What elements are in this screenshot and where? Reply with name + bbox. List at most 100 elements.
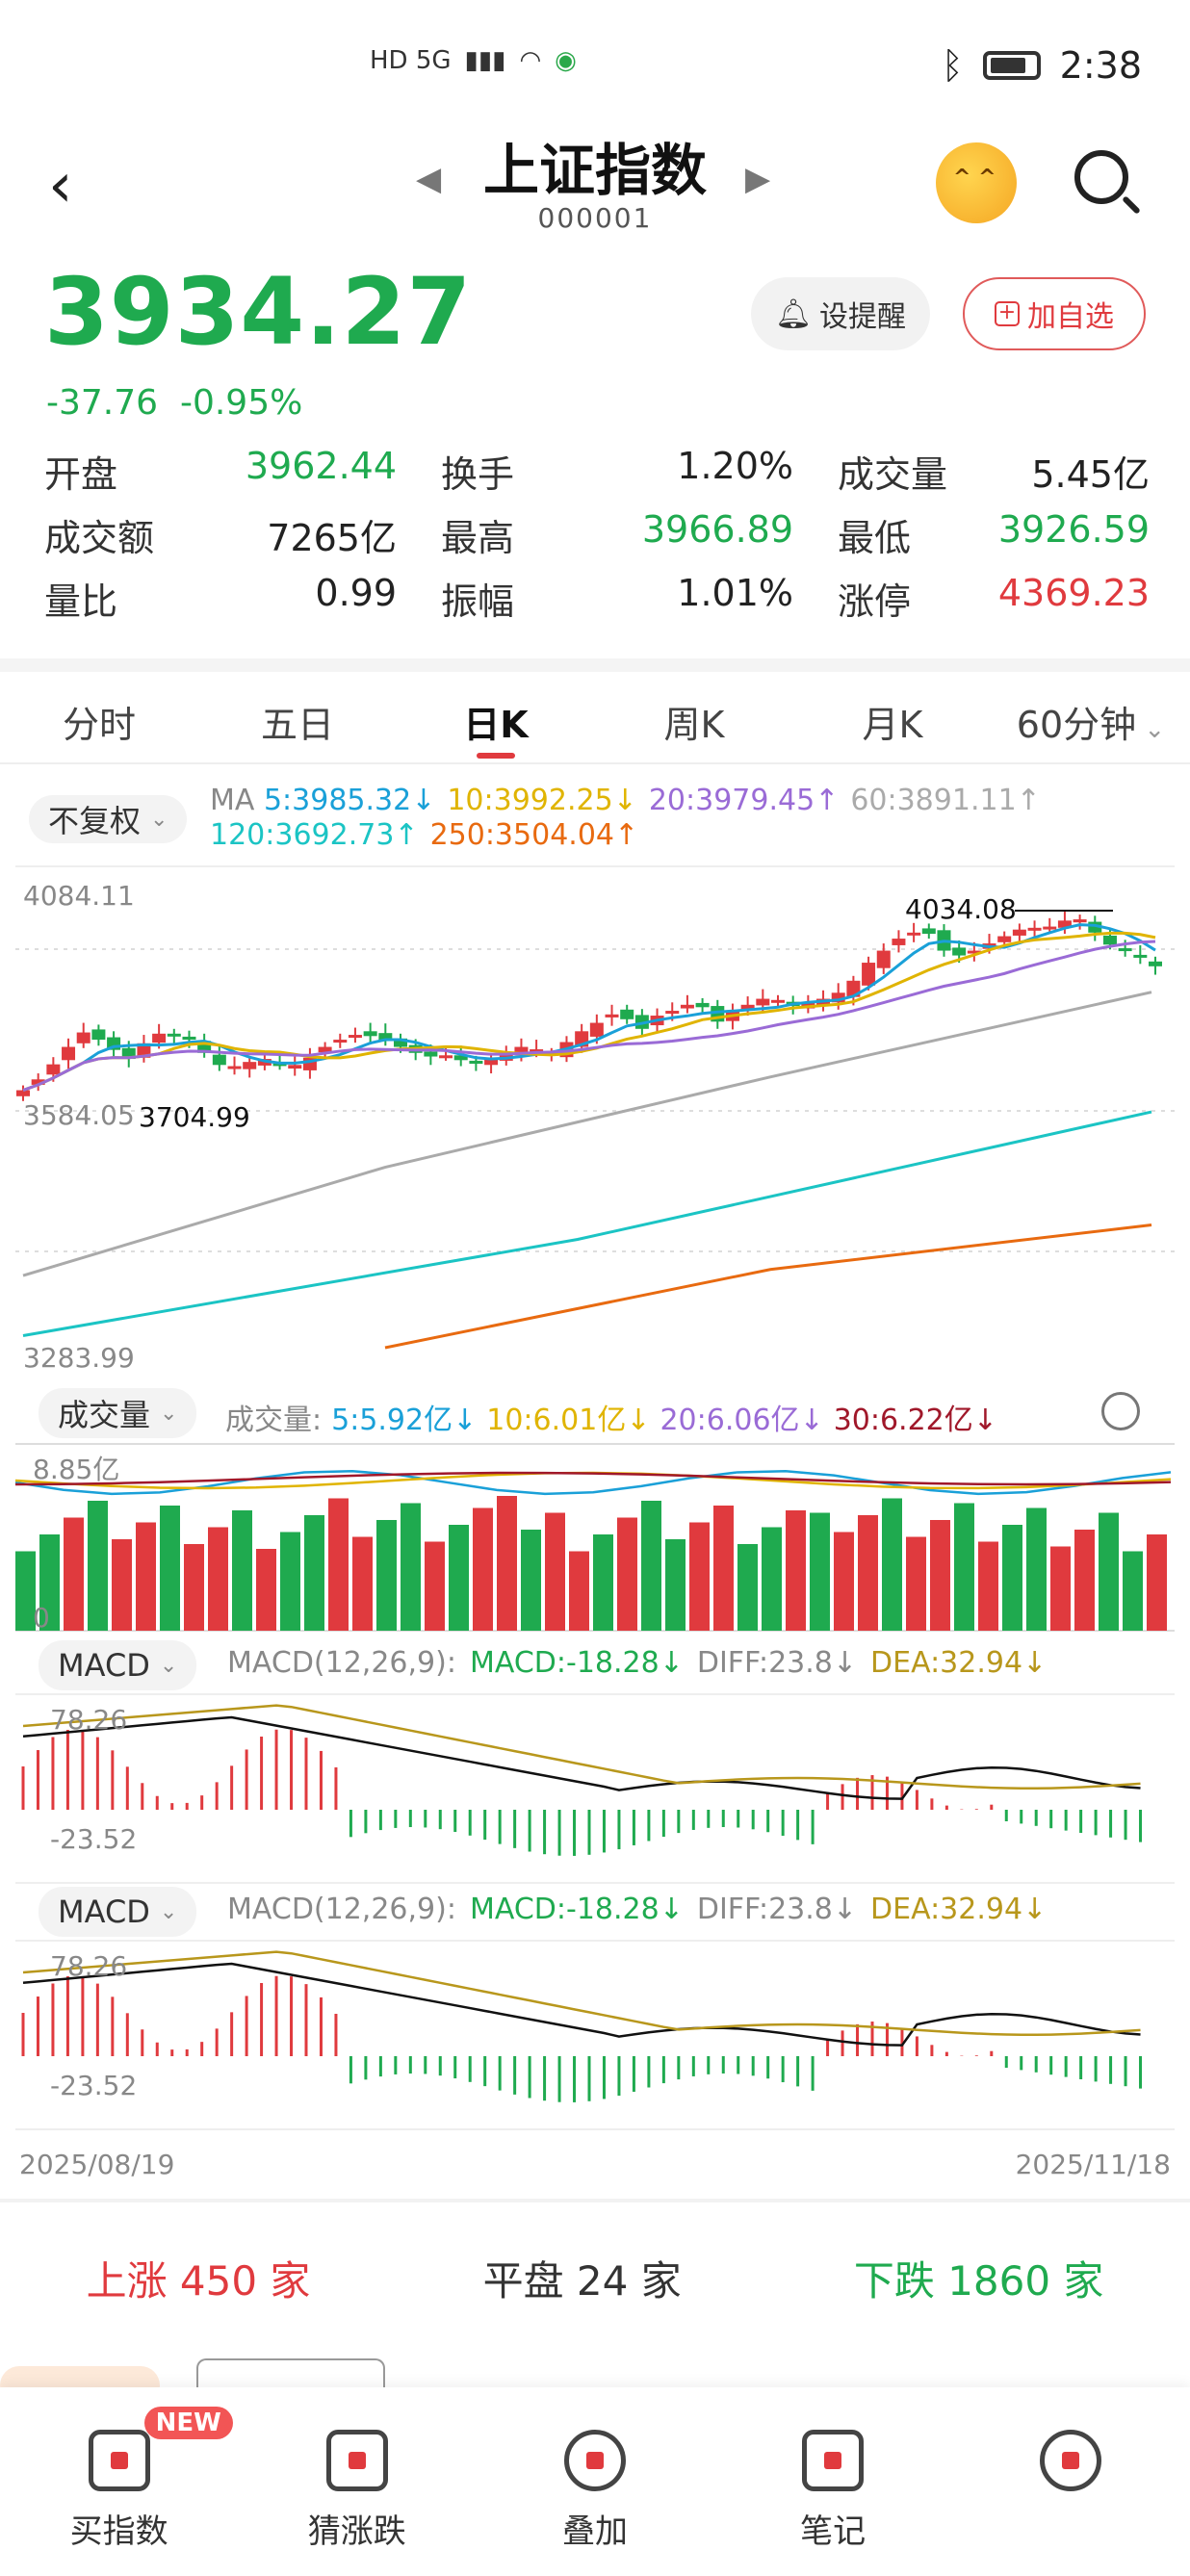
macd-chart-2[interactable]: 78.26 -23.52 <box>0 1940 1190 2133</box>
kline-chart[interactable]: 4084.11 3584.05 3283.99 4034.08 3704.99 <box>0 865 1190 1386</box>
chevron-down-icon: ⌄ <box>159 1899 178 1924</box>
candle <box>288 1065 302 1069</box>
clock: 2:38 <box>1059 44 1142 87</box>
volume-bar <box>112 1539 132 1631</box>
unchanged: 平盘 24 家 <box>482 2256 682 2305</box>
candle <box>680 1004 694 1009</box>
volume-bar <box>449 1525 469 1631</box>
volume-bar <box>593 1534 613 1631</box>
stock-code: 000001 <box>537 202 653 234</box>
candle <box>167 1033 181 1037</box>
mascot-icon[interactable] <box>936 142 1017 223</box>
ma-prefix: MA <box>210 784 264 817</box>
volume-bar <box>425 1541 445 1631</box>
end-date: 2025/11/18 <box>1015 2149 1171 2180</box>
ma-value: 10:3992.25↓ <box>447 784 637 817</box>
volume-bar <box>617 1517 637 1631</box>
candle <box>1149 961 1162 966</box>
volume-bar <box>1147 1534 1167 1631</box>
header: ‹ ◀ 上证指数 000001 ▶ <box>0 125 1190 260</box>
macd-params: MACD(12,26,9): <box>227 1646 456 1680</box>
tab-0[interactable]: 分时 <box>0 676 198 762</box>
add-watchlist-button[interactable]: + 加自选 <box>963 277 1146 350</box>
bottom-nav: 买指数 NEW 猜涨跌 叠加 笔记 <box>0 2387 1190 2576</box>
candle <box>212 1054 226 1066</box>
y-axis-top: 4084.11 <box>23 880 135 912</box>
more-icon <box>1040 2430 1102 2491</box>
nav-item-1[interactable]: 猜涨跌 <box>261 2387 453 2576</box>
volume-ma-value: 10:6.01亿↓ <box>486 1404 651 1437</box>
volume-bar <box>1050 1546 1071 1631</box>
volume-bar <box>88 1501 108 1631</box>
volume-chart[interactable]: 8.85亿 0 <box>0 1443 1190 1636</box>
settings-icon[interactable] <box>1101 1392 1140 1430</box>
macd-chart-1[interactable]: 78.26 -23.52 <box>0 1693 1190 1887</box>
macd-y-top: 78.26 <box>50 1950 127 1982</box>
stat-value: 1.01% <box>677 571 793 614</box>
candle <box>1043 926 1057 930</box>
ma5-line <box>22 923 1156 1092</box>
candle <box>439 1055 453 1059</box>
stat-value: 0.99 <box>315 571 397 614</box>
volume-legend: 成交量: 5:5.92亿↓ 10:6.01亿↓ 20:6.06亿↓ 30:6.22亿↓ <box>225 1396 997 1438</box>
nav-item-2[interactable]: 叠加 <box>499 2387 691 2576</box>
stat-cell: 量比 0.99 <box>44 572 441 625</box>
chart-icon <box>88 2430 150 2491</box>
volume-bar <box>858 1515 878 1631</box>
candle <box>182 1036 196 1041</box>
status-icons: HD 5G ▮▮▮ ◠ ◉ <box>370 46 577 75</box>
tab-2[interactable]: 日K <box>397 676 595 762</box>
stat-cell: 最高 3966.89 <box>441 508 838 561</box>
macd-selector[interactable]: MACD ⌄ <box>39 1887 197 1937</box>
adjust-selector[interactable]: 不复权 ⌄ <box>29 795 188 843</box>
candle <box>16 1090 30 1096</box>
candle <box>892 939 906 945</box>
macd-y-bottom: -23.52 <box>50 1823 137 1855</box>
stat-label: 最低 <box>838 516 912 559</box>
next-stock-icon[interactable]: ▶ <box>745 160 770 198</box>
volume-ma-value: 5:5.92亿↓ <box>331 1404 478 1437</box>
ma250-line <box>384 1224 1152 1350</box>
volume-prefix: 成交量: <box>225 1404 323 1437</box>
macd-diff: DIFF:23.8↓ <box>696 1646 858 1680</box>
chevron-down-icon: ⌄ <box>150 807 168 832</box>
candle <box>1012 929 1026 936</box>
macd-macd: MACD:-18.28↓ <box>469 1893 684 1926</box>
stat-label: 振幅 <box>441 580 515 623</box>
volume-bar <box>304 1515 324 1631</box>
macd-macd: MACD:-18.28↓ <box>469 1646 684 1680</box>
nav-item-3[interactable]: 笔记 <box>737 2387 929 2576</box>
status-bar: HD 5G ▮▮▮ ◠ ◉ ᛒ 2:38 <box>0 0 1190 125</box>
y-axis-mid: 3584.05 <box>23 1099 135 1131</box>
tab-1[interactable]: 五日 <box>198 676 397 762</box>
nav-item-4[interactable] <box>974 2387 1167 2576</box>
nav-item-0[interactable]: 买指数 NEW <box>23 2387 233 2576</box>
volume-bar <box>1002 1525 1022 1631</box>
vpn-icon: ◉ <box>555 46 577 75</box>
section-divider <box>0 2199 1190 2202</box>
stat-cell: 振幅 1.01% <box>441 572 838 625</box>
volume-y-zero: 0 <box>33 1602 50 1634</box>
search-icon[interactable] <box>1074 150 1128 204</box>
candle <box>363 1031 377 1037</box>
tab-4[interactable]: 月K <box>793 676 992 762</box>
period-tabs: 分时 五日 日K 周K 月K 60分钟 ⌄ <box>0 676 1190 764</box>
macd-y-bottom: -23.52 <box>50 2070 137 2101</box>
volume-bar <box>569 1551 589 1631</box>
candle <box>1073 919 1087 923</box>
set-reminder-button[interactable]: 🔔︎ 设提醒 <box>751 277 930 350</box>
volume-bar <box>1099 1512 1119 1631</box>
volume-selector[interactable]: 成交量 ⌄ <box>39 1388 197 1438</box>
macd-y-top: 78.26 <box>50 1704 127 1736</box>
tab-5[interactable]: 60分钟 ⌄ <box>992 676 1190 762</box>
volume-bar <box>497 1496 517 1631</box>
ma20-line <box>22 940 1156 1092</box>
volume-ma-value: 20:6.06亿↓ <box>660 1404 824 1437</box>
macd-selector[interactable]: MACD ⌄ <box>39 1640 197 1690</box>
dea-line <box>22 1950 1141 2037</box>
tab-3[interactable]: 周K <box>595 676 793 762</box>
start-date: 2025/08/19 <box>19 2149 175 2180</box>
macd-dea: DEA:32.94↓ <box>870 1646 1048 1680</box>
stat-value: 5.45亿 <box>1031 452 1150 496</box>
macd-label: MACD <box>58 1647 150 1684</box>
